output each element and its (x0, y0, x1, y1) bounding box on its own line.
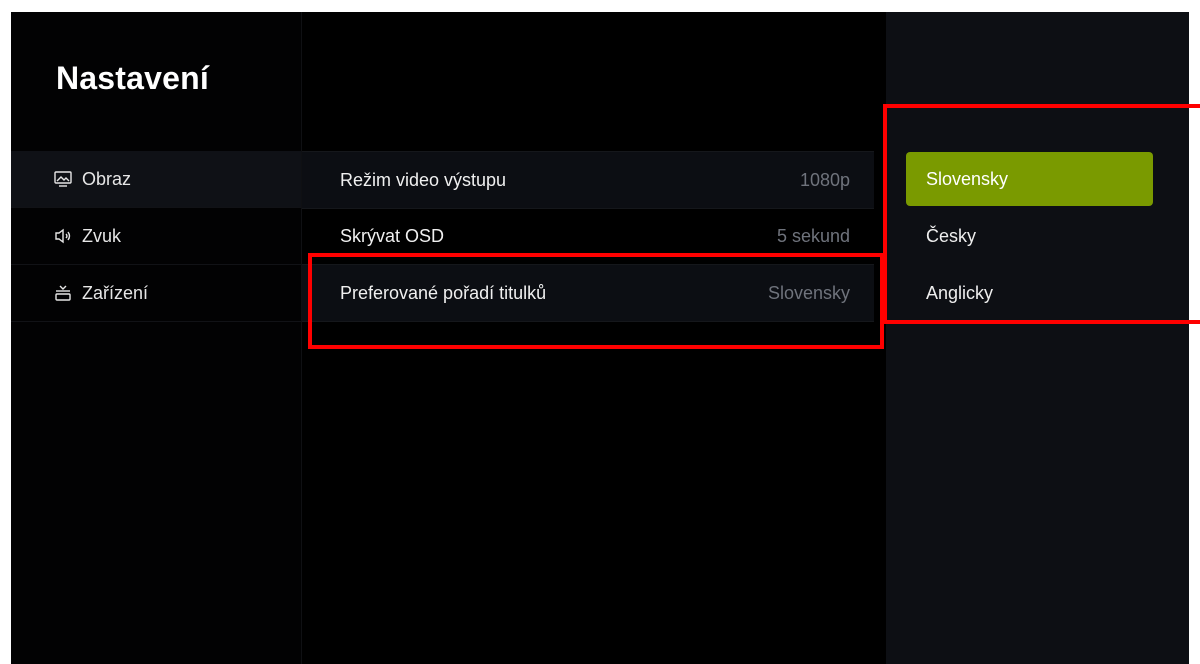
speaker-icon (52, 225, 74, 247)
setting-label: Režim video výstupu (340, 169, 507, 190)
option-label: Slovensky (926, 168, 1009, 189)
setting-value: 5 sekund (776, 225, 850, 246)
tv-settings-screen: Nastavení Obraz Zvuk Zařízení Režim vide… (11, 12, 1189, 664)
setting-row-subtitle-order[interactable]: Preferované pořadí titulků Slovensky (302, 265, 874, 322)
sidebar: Nastavení Obraz Zvuk Zařízení (11, 12, 302, 664)
option-label: Anglicky (926, 282, 994, 303)
option-panel: Slovensky Česky Anglicky (886, 12, 1189, 664)
option-label: Česky (926, 225, 977, 246)
setting-value: 1080p (799, 169, 850, 190)
setting-label: Skrývat OSD (340, 225, 445, 246)
sidebar-item-zvuk[interactable]: Zvuk (11, 208, 301, 265)
setting-row-video-output[interactable]: Režim video výstupu 1080p (302, 151, 874, 209)
sidebar-item-label: Zvuk (82, 225, 122, 246)
page-title: Nastavení (56, 60, 209, 96)
option-anglicky[interactable]: Anglicky (906, 266, 1153, 320)
device-icon (52, 282, 74, 304)
sidebar-item-label: Obraz (82, 168, 132, 189)
sidebar-item-zarizeni[interactable]: Zařízení (11, 265, 301, 322)
sidebar-item-obraz[interactable]: Obraz (11, 151, 301, 208)
setting-value: Slovensky (767, 282, 850, 303)
display-icon (52, 168, 74, 190)
setting-label: Preferované pořadí titulků (340, 282, 547, 303)
option-slovensky[interactable]: Slovensky (906, 152, 1153, 206)
setting-row-hide-osd[interactable]: Skrývat OSD 5 sekund (302, 208, 874, 265)
option-cesky[interactable]: Česky (906, 209, 1153, 263)
sidebar-item-label: Zařízení (82, 282, 149, 303)
